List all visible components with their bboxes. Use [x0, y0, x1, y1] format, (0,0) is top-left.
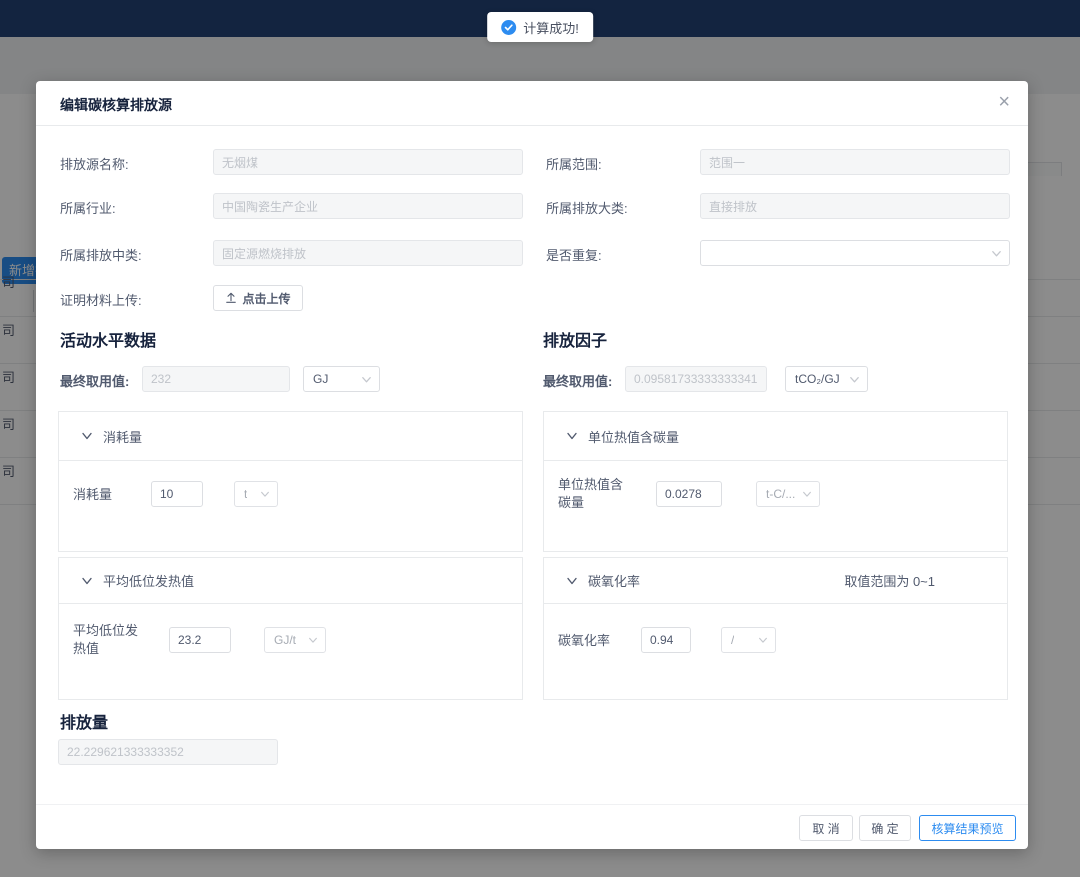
- toast-message: 计算成功!: [523, 18, 579, 37]
- activity-final-input: [142, 366, 290, 392]
- factor-final-unit-select[interactable]: tCO₂/GJ: [785, 366, 868, 392]
- emission-amount-input: [58, 739, 278, 765]
- check-circle-icon: [501, 20, 516, 35]
- major-category-field: [700, 193, 1010, 219]
- chevron-down-icon: [566, 575, 578, 587]
- success-toast: 计算成功!: [487, 12, 593, 42]
- heating-value-panel-title: 平均低位发热值: [103, 571, 194, 590]
- oxidation-rate-panel-header[interactable]: 碳氧化率 取值范围为 0~1: [544, 558, 1007, 604]
- consumption-row-label: 消耗量: [73, 486, 112, 504]
- oxidation-rate-field[interactable]: [641, 627, 691, 653]
- consumption-input[interactable]: [151, 481, 203, 507]
- divider: [36, 804, 1028, 805]
- emission-amount-heading: 排放量: [60, 709, 108, 733]
- scope-input: [700, 149, 1010, 175]
- industry-input: [213, 193, 523, 219]
- carbon-content-panel: 单位热值含碳量 单位热值含碳量 t-C/...: [543, 411, 1008, 552]
- heating-value-unit-value: GJ/t: [274, 633, 296, 647]
- scope-field: [700, 149, 1010, 175]
- oxidation-rate-unit-select[interactable]: /: [721, 627, 776, 653]
- oxidation-rate-unit-value: /: [731, 633, 734, 647]
- heating-value-field[interactable]: [169, 627, 231, 653]
- activity-final-unit-select[interactable]: GJ: [303, 366, 380, 392]
- activity-final-unit-value: GJ: [313, 372, 328, 386]
- modal-title: 编辑碳核算排放源: [60, 95, 172, 115]
- oxidation-rate-range-hint: 取值范围为 0~1: [844, 571, 935, 590]
- major-category-label: 所属排放大类:: [546, 198, 628, 217]
- factor-final-field: [625, 366, 767, 392]
- chevron-down-icon: [849, 374, 860, 385]
- chevron-down-icon: [81, 575, 93, 587]
- chevron-down-icon: [991, 248, 1002, 259]
- factor-final-label: 最终取用值:: [543, 371, 612, 390]
- consumption-panel-title: 消耗量: [103, 427, 142, 446]
- close-icon[interactable]: ×: [998, 91, 1010, 113]
- emission-factor-heading: 排放因子: [543, 327, 607, 351]
- chevron-down-icon: [758, 635, 768, 645]
- upload-icon: [225, 292, 237, 304]
- carbon-content-input[interactable]: [656, 481, 722, 507]
- upload-button-label: 点击上传: [242, 290, 290, 307]
- carbon-content-panel-title: 单位热值含碳量: [588, 427, 679, 446]
- oxidation-rate-panel-title: 碳氧化率: [588, 571, 640, 590]
- factor-final-input: [625, 366, 767, 392]
- scope-label: 所属范围:: [546, 154, 602, 173]
- factor-final-unit-value: tCO₂/GJ: [795, 372, 840, 386]
- oxidation-rate-input[interactable]: [641, 627, 691, 653]
- carbon-content-unit-select[interactable]: t-C/...: [756, 481, 820, 507]
- middle-category-field: [213, 240, 523, 266]
- heating-value-panel-header[interactable]: 平均低位发热值: [59, 558, 522, 604]
- consumption-unit-value: t: [244, 487, 247, 501]
- source-name-field: [213, 149, 523, 175]
- divider: [36, 125, 1028, 126]
- chevron-down-icon: [566, 430, 578, 442]
- duplicate-select[interactable]: [700, 240, 1010, 266]
- confirm-button[interactable]: 确 定: [859, 815, 911, 841]
- consumption-unit-select[interactable]: t: [234, 481, 278, 507]
- activity-final-label: 最终取用值:: [60, 371, 129, 390]
- source-name-label: 排放源名称:: [60, 154, 129, 173]
- upload-button[interactable]: 点击上传: [213, 285, 303, 311]
- cancel-button[interactable]: 取 消: [799, 815, 853, 841]
- carbon-content-unit-value: t-C/...: [766, 487, 795, 501]
- consumption-field[interactable]: [151, 481, 203, 507]
- activity-data-heading: 活动水平数据: [60, 327, 156, 351]
- chevron-down-icon: [802, 489, 812, 499]
- chevron-down-icon: [308, 635, 318, 645]
- app-screen: 新增排放源 司 司 司 司 司 计算成功! 编辑碳核算排放源 × 排放源名称:: [0, 0, 1080, 877]
- heating-value-row-label: 平均低位发热值: [73, 622, 143, 658]
- carbon-content-row-label: 单位热值含碳量: [558, 476, 628, 512]
- activity-final-field: [142, 366, 290, 392]
- heating-value-unit-select[interactable]: GJ/t: [264, 627, 326, 653]
- upload-label: 证明材料上传:: [60, 290, 142, 309]
- middle-category-input: [213, 240, 523, 266]
- industry-label: 所属行业:: [60, 198, 116, 217]
- edit-emission-source-modal: 编辑碳核算排放源 × 排放源名称: 所属范围: 所属行业: 所属排放大类: 所属…: [36, 81, 1028, 849]
- chevron-down-icon: [260, 489, 270, 499]
- oxidation-rate-row-label: 碳氧化率: [558, 632, 610, 650]
- duplicate-label: 是否重复:: [546, 245, 602, 264]
- heating-value-input[interactable]: [169, 627, 231, 653]
- consumption-panel-header[interactable]: 消耗量: [59, 412, 522, 461]
- result-preview-button[interactable]: 核算结果预览: [919, 815, 1016, 841]
- chevron-down-icon: [81, 430, 93, 442]
- oxidation-rate-panel: 碳氧化率 取值范围为 0~1 碳氧化率 /: [543, 557, 1008, 700]
- industry-field: [213, 193, 523, 219]
- emission-amount-field: [58, 739, 278, 765]
- carbon-content-field[interactable]: [656, 481, 722, 507]
- chevron-down-icon: [361, 374, 372, 385]
- consumption-panel: 消耗量 消耗量 t: [58, 411, 523, 552]
- middle-category-label: 所属排放中类:: [60, 245, 142, 264]
- carbon-content-panel-header[interactable]: 单位热值含碳量: [544, 412, 1007, 461]
- source-name-input: [213, 149, 523, 175]
- major-category-input: [700, 193, 1010, 219]
- heating-value-panel: 平均低位发热值 平均低位发热值 GJ/t: [58, 557, 523, 700]
